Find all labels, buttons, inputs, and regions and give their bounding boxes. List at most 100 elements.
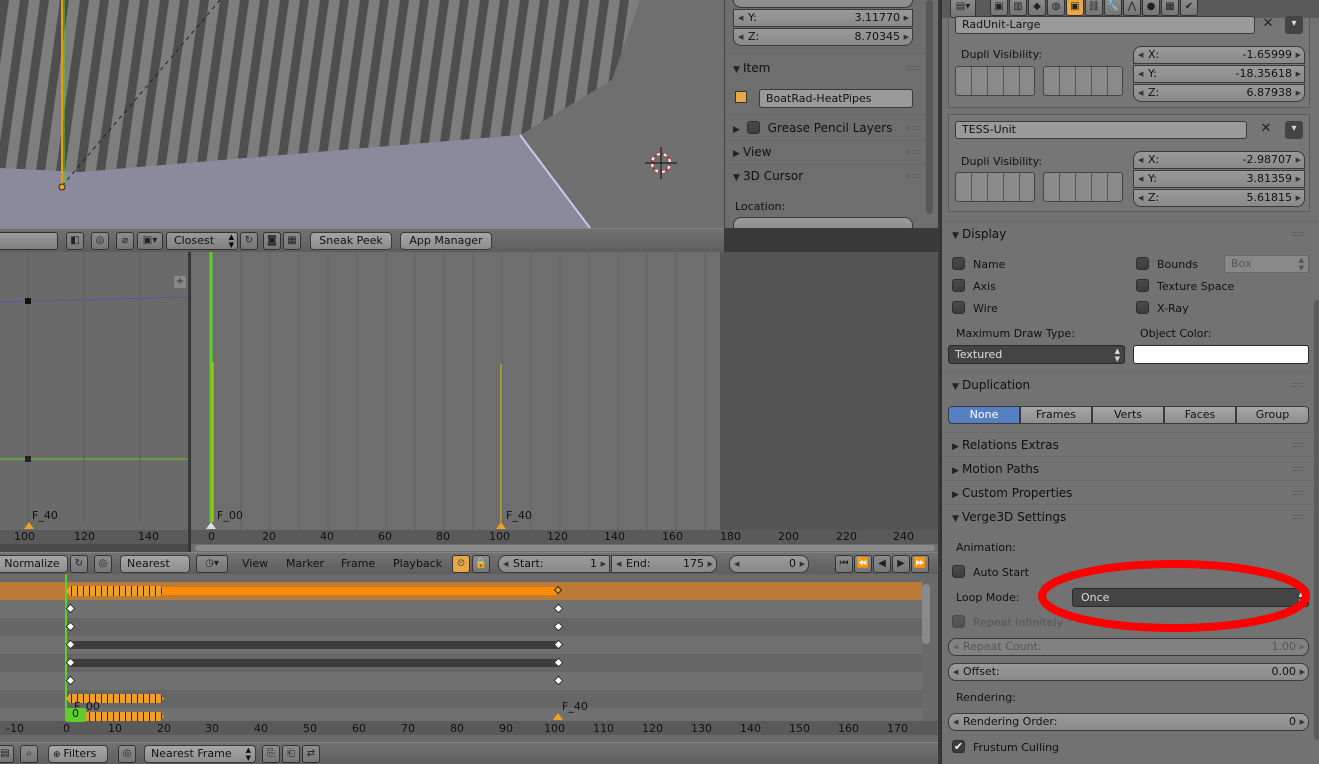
drag-grip-icon[interactable]	[1292, 467, 1304, 471]
timeline-menu-view[interactable]: View	[242, 557, 268, 570]
render-camera-icon[interactable]: ◙	[263, 232, 281, 250]
data-tab-icon[interactable]: ⋀	[1123, 0, 1141, 16]
dopesheet-scrollbar[interactable]	[922, 584, 930, 644]
world-tab-icon[interactable]: ◍	[1047, 0, 1065, 16]
view-panel-header[interactable]: ▶ View	[725, 141, 925, 163]
physics-tab-icon[interactable]: ✔	[1180, 0, 1198, 16]
scene-tab-icon[interactable]: ◆	[1028, 0, 1046, 16]
snap-element-icon[interactable]: ▣▾	[137, 232, 163, 250]
lock-icon[interactable]: 🔒	[472, 555, 490, 573]
location-y-field[interactable]: ◀ Y: 3.11770 ▶	[733, 9, 913, 27]
grease-pencil-panel-header[interactable]: ▶ Grease Pencil Layers	[725, 117, 925, 139]
editor-type-clock-icon[interactable]: ◷▾	[196, 555, 228, 573]
marker-triangle-icon[interactable]	[206, 522, 216, 529]
cursor-location-x-field[interactable]	[733, 217, 913, 228]
auto-start-checkbox[interactable]	[952, 565, 965, 578]
render-animation-icon[interactable]: ▦	[283, 232, 301, 250]
sneak-peek-button[interactable]: Sneak Peek	[310, 232, 392, 250]
group1-layer-grid-b[interactable]	[1043, 66, 1123, 96]
location-x-field[interactable]	[733, 0, 913, 8]
current-frame-field[interactable]: ◀ 0 ▶	[729, 555, 809, 573]
overlay-icon[interactable]: ◧	[66, 232, 84, 250]
copy-keys-icon[interactable]: ⎘	[262, 745, 280, 763]
add-region-icon[interactable]: +	[174, 276, 186, 288]
play-reverse-icon[interactable]: ◀	[873, 555, 891, 573]
texture-tab-icon[interactable]: ▦	[1161, 0, 1179, 16]
group2-name-field[interactable]: TESS-Unit	[955, 121, 1247, 139]
rendering-order-field[interactable]: ◀ Rendering Order: 0 ▶	[948, 713, 1309, 731]
frustum-culling-checkbox[interactable]: ✔	[952, 740, 965, 753]
drag-grip-icon[interactable]	[907, 66, 919, 70]
group1-layer-grid-a[interactable]	[955, 66, 1035, 96]
properties-scrollbar[interactable]	[1314, 300, 1319, 740]
group2-remove-icon[interactable]: ✕	[1257, 121, 1275, 139]
dup-verts-button[interactable]: Verts	[1092, 406, 1164, 424]
dopesheet-proportional-icon[interactable]: ◎	[118, 745, 136, 763]
dup-frames-button[interactable]: Frames	[1020, 406, 1092, 424]
object-tab-icon[interactable]: ▣	[1066, 0, 1084, 16]
group1-z-field[interactable]: ◀ Z: 6.87938 ▶	[1133, 84, 1305, 102]
drag-grip-icon[interactable]	[1292, 491, 1304, 495]
filters-dropdown[interactable]: ⊕ Filters	[48, 745, 108, 763]
timeline-scrollbar[interactable]	[195, 545, 935, 551]
graph-editor[interactable]: + F_40	[0, 252, 188, 552]
group2-x-field[interactable]: ◀ X: -2.98707 ▶	[1133, 151, 1305, 169]
graph-snap-dropdown[interactable]: Nearest Fra	[120, 555, 190, 573]
object-color-swatch[interactable]	[1133, 345, 1309, 364]
end-frame-field[interactable]: ◀ End: 175 ▶	[611, 555, 717, 573]
dup-faces-button[interactable]: Faces	[1164, 406, 1236, 424]
relations-extras-panel-header[interactable]: ▶ Relations Extras	[944, 434, 1310, 456]
dopesheet-snap-dropdown[interactable]: Nearest Frame ▲ ▼	[144, 745, 256, 763]
drag-grip-icon[interactable]	[1292, 232, 1304, 236]
drag-grip-icon[interactable]	[1292, 515, 1304, 519]
material-tab-icon[interactable]: ●	[1142, 0, 1160, 16]
item-panel-header[interactable]: ▼ Item	[725, 57, 925, 79]
group1-remove-icon[interactable]: ✕	[1259, 16, 1277, 34]
prev-keyframe-icon[interactable]: ⏪	[854, 555, 872, 573]
grease-pencil-checkbox[interactable]	[746, 121, 760, 134]
verge3d-panel-header[interactable]: ▼ Verge3D Settings	[944, 506, 1310, 528]
n-panel-scrollbar[interactable]	[926, 0, 933, 214]
drag-grip-icon[interactable]	[907, 174, 919, 178]
3d-cursor-panel-header[interactable]: ▼ 3D Cursor	[725, 165, 925, 187]
drag-grip-icon[interactable]	[1292, 383, 1304, 387]
timeline-menu-frame[interactable]: Frame	[341, 557, 375, 570]
viewport-3d[interactable]	[0, 0, 724, 228]
paste-keys-icon[interactable]: ⎗	[282, 745, 300, 763]
start-frame-field[interactable]: ◀ Start: 1 ▶	[498, 555, 610, 573]
bounds-checkbox[interactable]	[1136, 257, 1149, 270]
name-checkbox[interactable]	[952, 257, 965, 270]
duplication-panel-header[interactable]: ▼ Duplication	[944, 374, 1310, 396]
next-keyframe-icon[interactable]: ⏩	[911, 555, 929, 573]
layers-tab-icon[interactable]: ▥	[1009, 0, 1027, 16]
proportional-edit-icon[interactable]: ◎	[91, 232, 109, 250]
group1-y-field[interactable]: ◀ Y: -18.35618 ▶	[1133, 65, 1305, 83]
draw-type-dropdown[interactable]: Textured ▲ ▼	[948, 345, 1125, 364]
graph-scrollbar[interactable]	[0, 544, 188, 552]
display-panel-header[interactable]: ▼ Display	[944, 223, 1310, 245]
wire-checkbox[interactable]	[952, 301, 965, 314]
app-manager-button[interactable]: App Manager	[400, 232, 492, 250]
group1-name-field[interactable]: RadUnit-Large	[955, 16, 1255, 34]
constraints-tab-icon[interactable]: ⛓	[1085, 0, 1103, 16]
group2-layer-grid-a[interactable]	[955, 172, 1035, 202]
paste-flipped-icon[interactable]: ⇄	[302, 745, 320, 763]
normalize-refresh-icon[interactable]: ↻	[70, 555, 88, 573]
layer-buttons[interactable]	[0, 232, 58, 250]
xray-checkbox[interactable]	[1136, 301, 1149, 314]
dopesheet-search-icon[interactable]: ⌕	[20, 745, 38, 763]
group2-z-field[interactable]: ◀ Z: 5.61815 ▶	[1133, 189, 1305, 207]
timeline-menu-playback[interactable]: Playback	[393, 557, 442, 570]
drag-grip-icon[interactable]	[1292, 443, 1304, 447]
snap-target-dropdown[interactable]: Closest ▲ ▼	[166, 232, 238, 250]
marker-triangle-icon[interactable]	[24, 522, 34, 529]
dopesheet-only-selected-icon[interactable]: ▤	[0, 745, 14, 763]
drag-grip-icon[interactable]	[907, 126, 919, 130]
timeline-editor[interactable]: F_00 F_40	[190, 252, 938, 552]
group1-menu-icon[interactable]: ▾	[1285, 16, 1303, 34]
group1-x-field[interactable]: ◀ X: -1.65999 ▶	[1133, 46, 1305, 64]
marker-triangle-icon[interactable]	[553, 713, 563, 720]
item-name-field[interactable]: BoatRad-HeatPipes	[759, 89, 913, 108]
timeline-menu-marker[interactable]: Marker	[286, 557, 324, 570]
play-icon[interactable]: ▶	[892, 555, 910, 573]
